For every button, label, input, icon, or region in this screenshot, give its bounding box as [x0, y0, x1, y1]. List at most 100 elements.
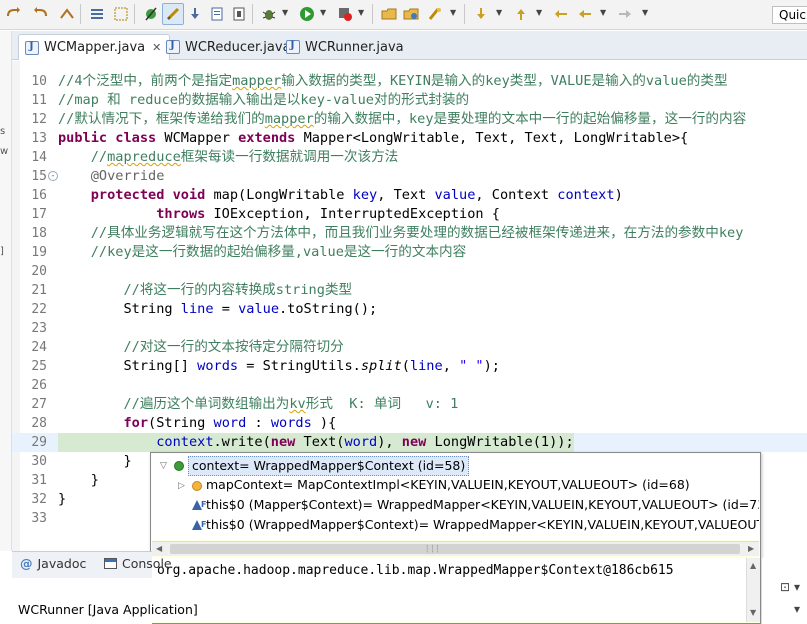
code-line[interactable]: 14 //mapreduce框架每读一行数据就调用一次该方法 — [12, 148, 807, 167]
left-strip-char: ] — [0, 246, 4, 257]
debug-bug-icon[interactable] — [258, 3, 280, 25]
tab-wcrunner[interactable]: WCRunner.java — [280, 34, 412, 60]
java-file-icon — [286, 40, 300, 54]
code-text: //将这一行的内容转换成string类型 — [58, 281, 352, 300]
line-number: 23 — [31, 321, 47, 336]
skip-breakpoints-icon[interactable] — [140, 3, 162, 25]
open-type-icon[interactable] — [400, 3, 422, 25]
pin-editor-icon[interactable] — [162, 3, 184, 25]
chevron-down-icon[interactable]: ▼ — [536, 8, 542, 17]
chevron-down-icon[interactable]: ▾ — [794, 602, 800, 616]
tree-node[interactable]: ▷ mapContext= MapContextImpl<KEYIN,VALUEI… — [152, 476, 759, 496]
fold-toggle-icon[interactable]: - — [48, 171, 58, 181]
code-token: new — [401, 434, 435, 450]
code-token: mapper — [264, 111, 314, 127]
line-number: 33 — [31, 511, 47, 526]
code-text: public class WCMapper extends Mapper<Lon… — [58, 129, 688, 148]
tree-node[interactable]: ▽ context= WrappedMapper$Context (id=58) — [152, 456, 759, 476]
console-pin-icon[interactable]: ⊡ — [780, 580, 790, 594]
block-selection-icon[interactable] — [110, 3, 132, 25]
code-text: for(String word : words ){ — [58, 414, 336, 433]
last-edit-icon[interactable] — [56, 3, 78, 25]
horizontal-scrollbar[interactable]: ◀ ┆┆┆ ▶ — [152, 541, 759, 556]
code-text: //遍历这个单词数组输出为kv形式 K: 单词 v: 1 — [58, 395, 458, 414]
scroll-up-icon[interactable]: ▲ — [750, 561, 756, 570]
variable-detail-pane[interactable]: org.apache.hadoop.mapreduce.lib.map.Wrap… — [152, 558, 746, 622]
run-external-tool-icon[interactable] — [334, 3, 356, 25]
console-process-title: WCRunner [Java Application] — [18, 602, 198, 617]
code-token: //将这一行的内容转换成string类型 — [58, 282, 353, 298]
undo-icon[interactable] — [2, 3, 24, 25]
chevron-down-icon[interactable]: ▼ — [496, 8, 502, 17]
last-edit-location-icon[interactable] — [550, 3, 572, 25]
next-annotation-icon[interactable] — [470, 3, 492, 25]
code-line[interactable]: 13 public class WCMapper extends Mapper<L… — [12, 129, 807, 148]
code-line[interactable]: 23 — [12, 319, 807, 338]
code-line[interactable]: 21 //将这一行的内容转换成string类型 — [12, 281, 807, 300]
code-line[interactable]: 24 //对这一行的文本按待定分隔符切分 — [12, 338, 807, 357]
chevron-down-icon[interactable]: ▼ — [600, 8, 606, 17]
code-line[interactable]: 22 String line = value.toString(); — [12, 300, 807, 319]
run-icon[interactable] — [296, 3, 318, 25]
scroll-right-icon[interactable]: ▶ — [748, 544, 754, 553]
tree-node-label: context= WrappedMapper$Context (id=58) — [188, 456, 470, 476]
new-java-project-icon[interactable] — [378, 3, 400, 25]
collapse-icon[interactable]: ▽ — [160, 456, 167, 476]
search-tool-icon[interactable] — [424, 3, 446, 25]
code-token: context — [557, 187, 615, 203]
toggle-mark-icon[interactable] — [86, 3, 108, 25]
scroll-thumb[interactable] — [170, 544, 740, 554]
code-text: protected void map(LongWritable key, Tex… — [58, 186, 623, 205]
expand-icon[interactable]: ▷ — [178, 476, 185, 496]
line-number: 22 — [31, 302, 47, 317]
use-step-filters-icon[interactable] — [228, 3, 250, 25]
code-text: throws IOException, InterruptedException… — [58, 205, 500, 224]
code-line[interactable]: 16 protected void map(LongWritable key, … — [12, 186, 807, 205]
code-token: String — [58, 301, 181, 317]
chevron-down-icon[interactable]: ▼ — [450, 8, 456, 17]
variables-tree[interactable]: ▽ context= WrappedMapper$Context (id=58) ▷… — [152, 454, 759, 540]
drop-to-frame-icon[interactable] — [206, 3, 228, 25]
code-line[interactable]: 10 //4个泛型中，前两个是指定mapper输入数据的类型，KEYIN是输入的k… — [12, 72, 807, 91]
code-line[interactable]: 20 — [12, 262, 807, 281]
code-line[interactable]: 15- @Override — [12, 167, 807, 186]
forward-icon[interactable] — [614, 3, 636, 25]
line-number: 24 — [31, 340, 47, 355]
code-line[interactable]: 17 throws IOException, InterruptedExcept… — [12, 205, 807, 224]
tab-wcreducer[interactable]: WCReducer.java — [160, 34, 299, 60]
code-token: .toString(); — [279, 301, 378, 317]
code-line[interactable]: 27 //遍历这个单词数组输出为kv形式 K: 单词 v: 1 — [12, 395, 807, 414]
code-line[interactable]: 18 //具体业务逻辑就写在这个方法体中，而且我们业务要处理的数据已经被框架传递… — [12, 224, 807, 243]
chevron-down-icon[interactable]: ▼ — [358, 8, 364, 17]
code-line[interactable]: 12 //默认情况下，框架传递给我们的mapper的输入数据中，key是要处理的文… — [12, 110, 807, 129]
scroll-left-icon[interactable]: ◀ — [156, 544, 162, 553]
tree-node[interactable]: Fthis$0 (Mapper$Context)= WrappedMapper<… — [152, 496, 759, 516]
line-number: 14 — [31, 150, 47, 165]
chevron-down-icon[interactable]: ▼ — [282, 8, 288, 17]
previous-annotation-icon[interactable] — [510, 3, 532, 25]
tab-javadoc[interactable]: @ Javadoc — [20, 556, 86, 571]
tab-console[interactable]: Console — [104, 556, 172, 571]
quick-access-field[interactable]: Quick — [772, 6, 807, 24]
chevron-down-icon[interactable]: ▾ — [794, 580, 800, 594]
tree-node[interactable]: Fthis$0 (WrappedMapper$Context)= Wrapped… — [152, 516, 759, 536]
vertical-scrollbar[interactable]: ▲ ▼ — [746, 558, 760, 622]
code-line[interactable]: 25 String[] words = StringUtils.split(li… — [12, 357, 807, 376]
code-line[interactable]: 11 //map 和 reduce的数据输入输出是以key-value对的形式封装… — [12, 91, 807, 110]
step-filter-icon[interactable] — [184, 3, 206, 25]
code-token: } — [58, 453, 132, 469]
debug-hover-popup[interactable]: ▽ context= WrappedMapper$Context (id=58) ▷… — [150, 452, 761, 624]
console-controls: ⊡ ▾ ▾ — [762, 558, 807, 624]
code-line[interactable]: 28 for(String word : words ){ — [12, 414, 807, 433]
back-icon[interactable] — [574, 3, 596, 25]
code-token: = — [213, 301, 239, 317]
code-text: } — [58, 471, 99, 490]
chevron-down-icon[interactable]: ▼ — [320, 8, 326, 17]
chevron-down-icon[interactable]: ▼ — [642, 8, 648, 17]
code-line[interactable]: 26 — [12, 376, 807, 395]
scroll-down-icon[interactable]: ▼ — [750, 608, 756, 617]
tab-wcmapper[interactable]: WCMapper.java ✕ — [18, 34, 171, 60]
redo-icon[interactable] — [30, 3, 52, 25]
code-line[interactable]: 19 //key是这一行数据的起始偏移量,value是这一行的文本内容 — [12, 243, 807, 262]
current-code-line[interactable]: 29 context.write(new Text(word), new Lon… — [12, 433, 807, 452]
